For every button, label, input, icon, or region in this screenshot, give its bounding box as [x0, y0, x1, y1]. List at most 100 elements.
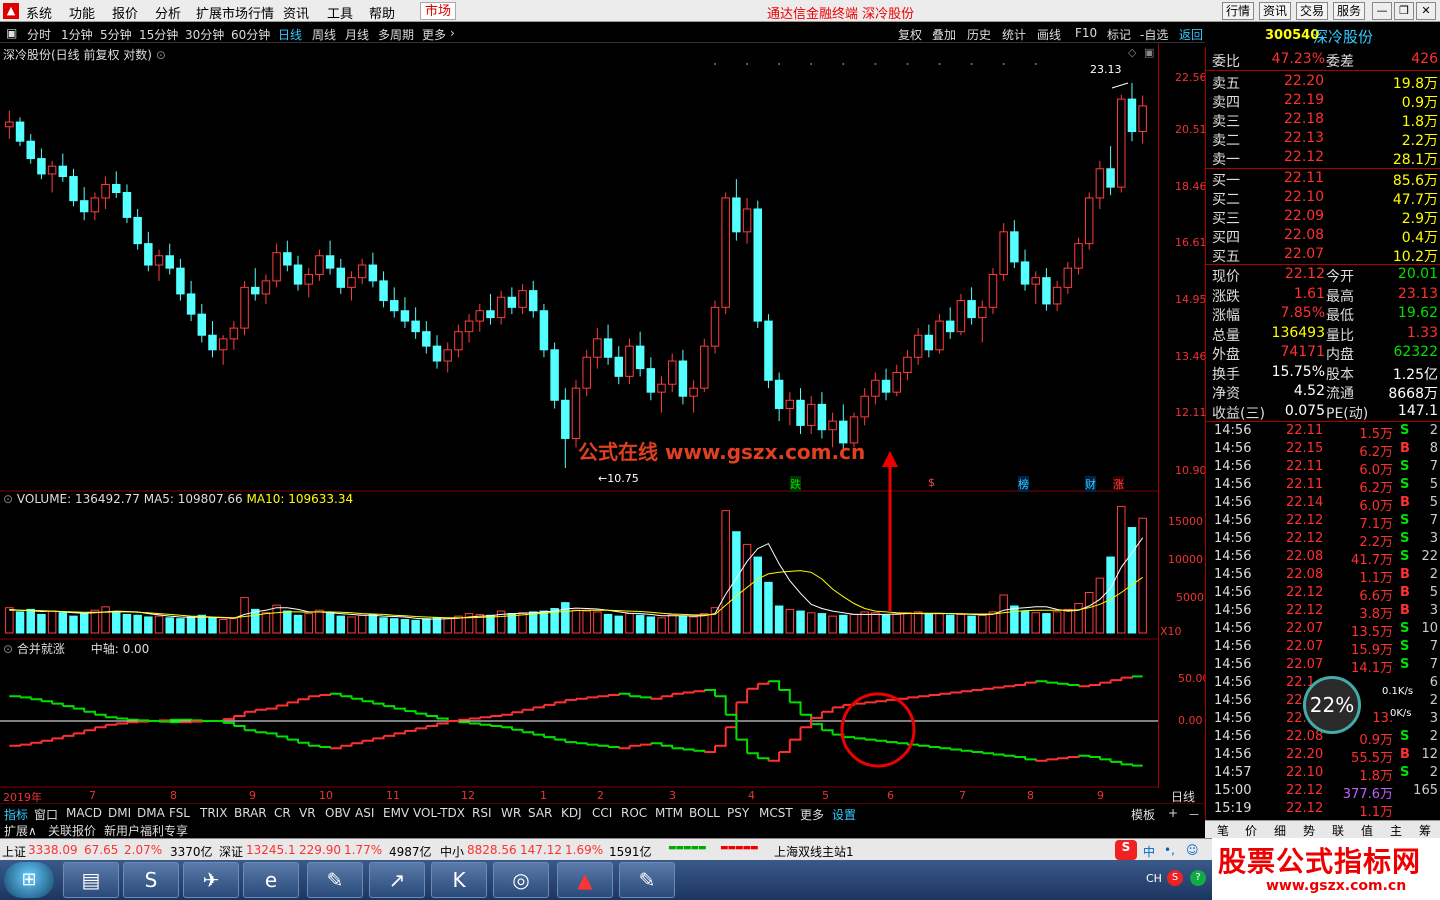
rtab[interactable]: 联 — [1332, 822, 1344, 839]
tray-help-icon[interactable]: ? — [1190, 870, 1206, 886]
ind-tab[interactable]: CR — [274, 806, 291, 820]
period-tab-more[interactable]: 更多 — [422, 26, 446, 43]
period-tab[interactable]: 分时 — [27, 26, 51, 43]
info-button[interactable]: 资讯 — [1259, 2, 1291, 20]
tray-sogou-icon[interactable]: S — [1167, 870, 1183, 886]
menu-item-function[interactable]: 功能 — [69, 3, 95, 22]
chevron-down-icon[interactable]: ⊙ — [3, 642, 13, 656]
panel-toggle-icon[interactable]: ▣ — [6, 26, 17, 40]
menu-item-analysis[interactable]: 分析 — [155, 3, 181, 22]
trade-button[interactable]: 交易 — [1296, 2, 1328, 20]
period-tab[interactable]: 30分钟 — [185, 26, 224, 43]
ind-tab[interactable]: SAR — [528, 806, 552, 820]
menu-item-info[interactable]: 资讯 — [283, 3, 309, 22]
ind-tab[interactable]: PSY — [727, 806, 749, 820]
ind-tab[interactable]: VR — [299, 806, 316, 820]
punctuation-icon[interactable]: •, — [1164, 843, 1175, 857]
ind-tab[interactable]: DMI — [108, 806, 131, 820]
period-tab[interactable]: 1分钟 — [61, 26, 93, 43]
rtab[interactable]: 值 — [1361, 822, 1373, 839]
period-tab-daily[interactable]: 日线 — [278, 26, 302, 43]
quote-button[interactable]: 行情 — [1222, 2, 1254, 20]
rtab[interactable]: 筹 — [1419, 822, 1431, 839]
ind-tab[interactable]: MACD — [66, 806, 102, 820]
close-icon[interactable]: ✕ — [1416, 2, 1436, 20]
kline-chart[interactable] — [0, 43, 1158, 788]
taskbar-ie-icon[interactable]: e — [243, 862, 299, 898]
sogou-ime-icon[interactable]: S — [1115, 840, 1137, 860]
stats-button[interactable]: 统计 — [1002, 26, 1026, 43]
ind-tab[interactable]: OBV — [325, 806, 351, 820]
ind-tab[interactable]: BOLL — [689, 806, 720, 820]
watchlist-button[interactable]: -自选 — [1140, 26, 1168, 43]
network-gauge[interactable]: 22% — [1303, 676, 1361, 734]
period-tab[interactable]: 周线 — [312, 26, 336, 43]
ind-tab[interactable]: DMA — [137, 806, 165, 820]
restore-icon[interactable]: ❐ — [1394, 2, 1414, 20]
draw-line-button[interactable]: 画线 — [1037, 26, 1061, 43]
event-mark[interactable]: 财 — [1085, 476, 1096, 492]
index-sz-name[interactable]: 深证 — [219, 843, 243, 860]
ind-tab[interactable]: EMV — [383, 806, 409, 820]
event-mark[interactable]: 跌 — [790, 476, 801, 492]
rtab[interactable]: 主 — [1390, 822, 1402, 839]
period-tab[interactable]: 多周期 — [378, 26, 414, 43]
ind-tab[interactable]: ROC — [621, 806, 647, 820]
add-window-button[interactable]: + — [1168, 806, 1178, 820]
menu-item-ext-market[interactable]: 扩展市场行情 — [196, 3, 274, 22]
index-zx-name[interactable]: 中小 — [440, 843, 464, 860]
ind-tab[interactable]: KDJ — [561, 806, 582, 820]
taskbar-formula-icon[interactable]: ✎ — [619, 862, 675, 898]
rtab[interactable]: 势 — [1303, 822, 1315, 839]
ind-tab[interactable]: VOL-TDX — [413, 806, 465, 820]
menu-item-tools[interactable]: 工具 — [327, 3, 353, 22]
emoji-icon[interactable]: ☺ — [1186, 843, 1199, 857]
chevron-right-icon[interactable]: › — [450, 26, 455, 40]
ind-tab[interactable]: RSI — [472, 806, 492, 820]
event-mark[interactable]: $ — [928, 476, 935, 489]
menu-item-quote[interactable]: 报价 — [112, 3, 138, 22]
ime-mode-icon[interactable]: 中 — [1143, 843, 1155, 860]
ind-tab[interactable]: CCI — [592, 806, 612, 820]
ind-tab[interactable]: FSL — [169, 806, 190, 820]
diamond-icon[interactable]: ◇ — [1128, 46, 1136, 59]
menu-item-help[interactable]: 帮助 — [369, 3, 395, 22]
ind-tab[interactable]: WR — [501, 806, 521, 820]
market-tab[interactable]: 市场 — [420, 2, 456, 20]
mark-button[interactable]: 标记 — [1107, 26, 1131, 43]
rtab[interactable]: 笔 — [1217, 822, 1229, 839]
restore-rights-button[interactable]: 复权 — [898, 26, 922, 43]
panel-icon[interactable]: ▣ — [1144, 46, 1154, 59]
rtab[interactable]: 价 — [1245, 822, 1257, 839]
index-sh-name[interactable]: 上证 — [2, 843, 26, 860]
start-button[interactable]: ⊞ — [4, 862, 54, 898]
period-tab[interactable]: 月线 — [345, 26, 369, 43]
rtab[interactable]: 细 — [1274, 822, 1286, 839]
taskbar-browser-icon[interactable]: S — [123, 862, 179, 898]
taskbar-broker-icon[interactable]: ◎ — [493, 862, 549, 898]
service-button[interactable]: 服务 — [1333, 2, 1365, 20]
expand-button[interactable]: 扩展∧ — [4, 822, 37, 839]
minimize-icon[interactable]: — — [1372, 2, 1392, 20]
ind-tab[interactable]: MTM — [655, 806, 683, 820]
back-button[interactable]: 返回 — [1179, 26, 1203, 43]
event-mark[interactable]: 涨 — [1113, 476, 1124, 492]
taskbar-tool-icon[interactable]: ✎ — [307, 862, 363, 898]
ind-tab[interactable]: MCST — [759, 806, 793, 820]
chevron-down-icon[interactable]: ⊙ — [3, 492, 13, 506]
taskbar-chart-icon[interactable]: ↗ — [369, 862, 425, 898]
taskbar-app-icon[interactable]: ✈ — [183, 862, 239, 898]
related-quote-tab[interactable]: 关联报价 — [48, 822, 96, 839]
ind-tab[interactable]: ASI — [355, 806, 374, 820]
period-tab[interactable]: 60分钟 — [231, 26, 270, 43]
f10-button[interactable]: F10 — [1075, 26, 1097, 40]
taskbar-k-icon[interactable]: K — [431, 862, 487, 898]
menu-item-system[interactable]: 系统 — [26, 3, 52, 22]
taskbar-explorer-icon[interactable]: ▤ — [63, 862, 119, 898]
overlay-button[interactable]: 叠加 — [932, 26, 956, 43]
history-button[interactable]: 历史 — [967, 26, 991, 43]
new-user-tab[interactable]: 新用户福利专享 — [104, 822, 188, 839]
ind-tab[interactable]: BRAR — [234, 806, 267, 820]
ind-tab[interactable]: TRIX — [200, 806, 227, 820]
period-tab[interactable]: 5分钟 — [100, 26, 132, 43]
